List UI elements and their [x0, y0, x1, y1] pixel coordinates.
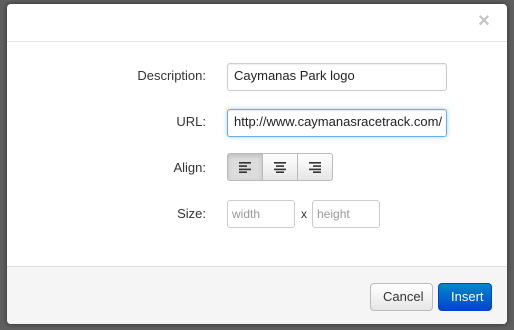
close-icon[interactable]: ×: [475, 11, 493, 31]
url-label: URL:: [176, 114, 206, 129]
align-center-button[interactable]: [262, 153, 298, 181]
align-right-button[interactable]: [297, 153, 333, 181]
align-right-icon: [309, 162, 321, 173]
description-input[interactable]: Caymanas Park logo: [227, 63, 447, 91]
size-label: Size:: [177, 206, 206, 221]
insert-image-dialog: × Description: Caymanas Park logo URL: h…: [7, 4, 507, 324]
height-input[interactable]: [312, 200, 380, 228]
width-input[interactable]: [227, 200, 295, 228]
size-separator: x: [301, 207, 307, 221]
align-center-icon: [274, 162, 286, 173]
dialog-header: ×: [7, 4, 507, 42]
url-row: URL: http://www.caymanasracetrack.com/: [7, 107, 507, 137]
size-row: Size: x: [7, 199, 507, 229]
dialog-footer: Cancel Insert: [7, 266, 507, 324]
description-row: Description: Caymanas Park logo: [7, 61, 507, 91]
align-left-button[interactable]: [227, 153, 263, 181]
cancel-button[interactable]: Cancel: [370, 283, 433, 311]
align-row: Align:: [7, 153, 507, 183]
align-left-icon: [239, 162, 251, 173]
description-label: Description:: [137, 68, 206, 83]
align-button-group: [227, 153, 333, 181]
align-label: Align:: [173, 160, 206, 175]
url-input[interactable]: http://www.caymanasracetrack.com/: [227, 109, 447, 137]
insert-button[interactable]: Insert: [438, 283, 492, 311]
